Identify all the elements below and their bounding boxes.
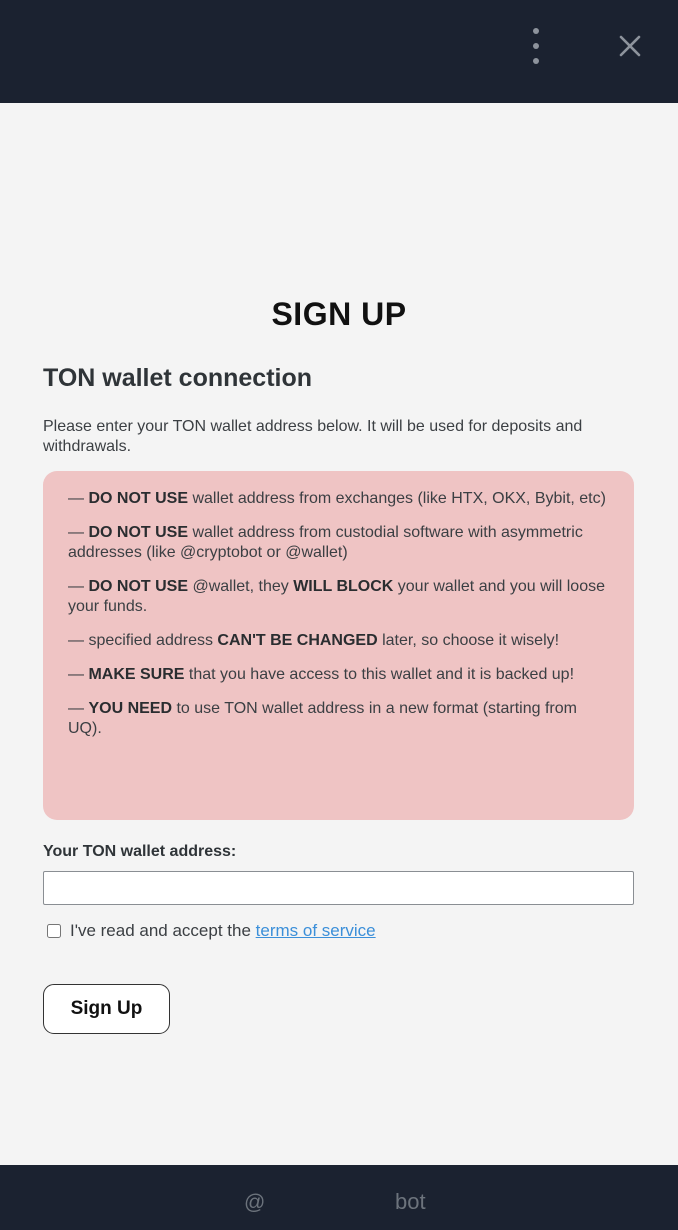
kebab-dot: [533, 28, 539, 34]
warning-box: — DO NOT USE wallet address from exchang…: [43, 471, 634, 820]
warning-item: — DO NOT USE @wallet, they WILL BLOCK yo…: [68, 578, 605, 615]
terms-of-service-link[interactable]: terms of service: [256, 921, 376, 940]
warning-item: — DO NOT USE wallet address from custodi…: [68, 524, 583, 561]
page-title: SIGN UP: [271, 296, 407, 332]
sign-up-button[interactable]: Sign Up: [43, 984, 170, 1034]
warning-item: — YOU NEED to use TON wallet address in …: [68, 700, 577, 737]
kebab-dot: [533, 58, 539, 64]
intro-text: Please enter your TON wallet address bel…: [43, 418, 583, 455]
warning-item: — MAKE SURE that you have access to this…: [68, 666, 575, 683]
wallet-address-label: Your TON wallet address:: [43, 843, 237, 860]
top-bar: [0, 0, 678, 103]
warning-item: — DO NOT USE wallet address from exchang…: [68, 490, 606, 507]
bottom-bar: @ bot: [0, 1165, 678, 1230]
wallet-address-input[interactable]: [43, 871, 634, 905]
terms-row: I've read and accept the terms of servic…: [47, 921, 376, 941]
warning-item: — specified address CAN'T BE CHANGED lat…: [68, 632, 560, 649]
close-icon[interactable]: [616, 32, 644, 60]
footer-at: @: [244, 1191, 266, 1214]
more-vertical-icon[interactable]: [524, 28, 548, 64]
terms-checkbox[interactable]: [47, 924, 61, 938]
section-title: TON wallet connection: [43, 364, 313, 392]
terms-label: I've read and accept the terms of servic…: [70, 921, 376, 940]
kebab-dot: [533, 43, 539, 49]
footer-bot: bot: [395, 1189, 426, 1214]
